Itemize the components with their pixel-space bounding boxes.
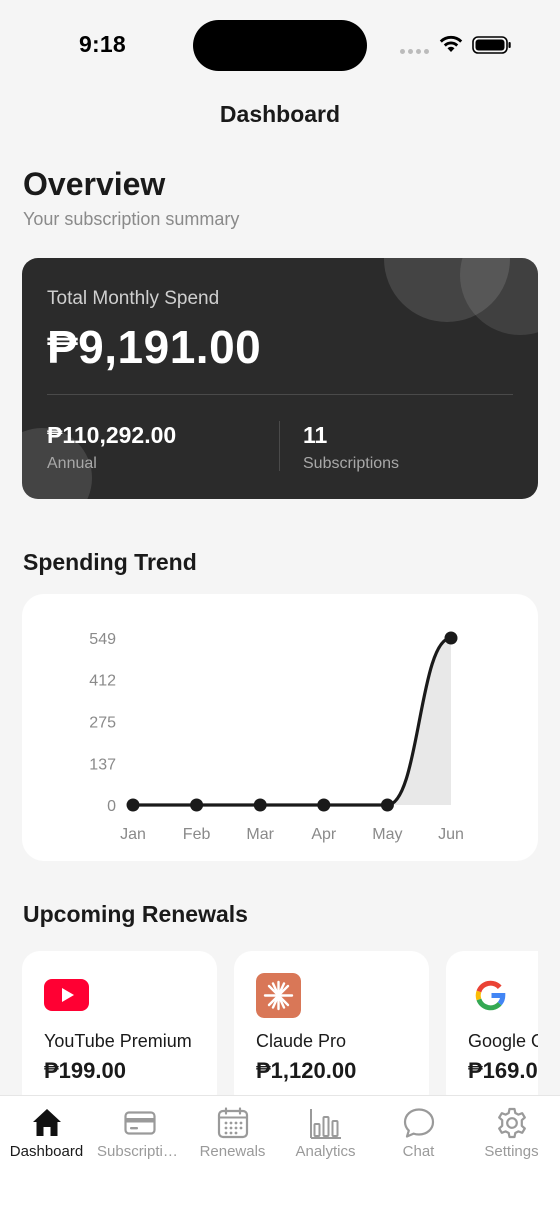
x-tick-label: Mar (246, 826, 274, 843)
trend-area (133, 638, 451, 805)
gear-icon (498, 1107, 526, 1139)
x-tick-label: Apr (311, 826, 337, 843)
tab-analytics[interactable]: Analytics (279, 1096, 372, 1176)
tab-label: Analytics (295, 1143, 356, 1160)
tab-label: Chat (402, 1143, 435, 1160)
tab-label: Subscriptions (97, 1143, 186, 1160)
tab-renewals[interactable]: Renewals (186, 1096, 279, 1176)
renewal-list[interactable]: YouTube Premium ₱199.00 Claude Pro ₱1,12… (22, 951, 538, 1097)
home-icon (33, 1109, 61, 1136)
tab-settings[interactable]: Settings (465, 1096, 558, 1176)
trend-point-feb (190, 798, 204, 812)
spending-trend-card: 549 412 275 137 0 Jan Feb Mar Apr May Jun (22, 594, 538, 861)
renewal-name: YouTube Premium (44, 1031, 192, 1051)
status-bar: 9:18 (0, 0, 560, 90)
x-tick-label: May (372, 826, 402, 843)
card-divider (47, 394, 513, 395)
trend-point-apr (317, 798, 331, 812)
spending-trend-title: Spending Trend (23, 549, 197, 575)
google-icon (475, 980, 506, 1011)
trend-point-may (380, 798, 394, 812)
y-tick-label: 137 (89, 756, 116, 773)
x-tick-label: Feb (183, 826, 211, 843)
total-monthly-spend-value: ₱9,191.00 (47, 321, 262, 373)
y-tick-label: 549 (89, 631, 116, 648)
renewal-name: Claude Pro (256, 1031, 347, 1051)
trend-point-jun (444, 631, 458, 645)
subscription-count-label: Subscriptions (303, 455, 400, 472)
trend-line (132, 636, 452, 807)
tab-bar: Dashboard Subscriptions Renewals Analyti… (0, 1095, 560, 1218)
x-tick-label: Jan (120, 826, 146, 843)
overview-subtitle: Your subscription summary (23, 209, 240, 229)
annual-spend-label: Annual (47, 455, 97, 472)
calendar-icon (217, 1107, 249, 1139)
card-vertical-divider (279, 421, 280, 471)
monthly-spend-card: Total Monthly Spend ₱9,191.00 ₱110,292.0… (22, 258, 538, 499)
annual-spend-value: ₱110,292.00 (47, 422, 177, 448)
renewal-price: ₱199.00 (44, 1058, 126, 1083)
card-icon (124, 1111, 156, 1135)
tab-dashboard[interactable]: Dashboard (0, 1096, 93, 1176)
renewal-card-youtube[interactable]: YouTube Premium ₱199.00 (22, 951, 217, 1097)
bar-chart-icon (310, 1109, 341, 1139)
tab-label: Renewals (199, 1143, 266, 1160)
tab-label: Dashboard (9, 1143, 84, 1160)
dashboard-screen: 9:18 Dashboard Overview Your subscriptio… (0, 0, 560, 1218)
overview-title: Overview (23, 166, 166, 202)
tab-label: Settings (484, 1143, 539, 1160)
renewal-card-claude[interactable]: Claude Pro ₱1,120.00 (234, 951, 429, 1097)
chat-icon (403, 1108, 435, 1138)
claude-icon (256, 973, 301, 1018)
decorative-circle (460, 258, 538, 335)
y-tick-label: 0 (107, 798, 116, 815)
trend-point-jan (126, 798, 140, 812)
y-tick-label: 412 (89, 673, 116, 690)
trend-point-mar (253, 798, 267, 812)
y-tick-label: 275 (89, 714, 116, 731)
cellular-signal-icon (400, 49, 429, 54)
renewal-price: ₱169.00 (468, 1058, 538, 1083)
spending-trend-chart: 549 412 275 137 0Jan Feb Mar Apr May Jun (89, 631, 464, 843)
dynamic-island (193, 20, 367, 71)
renewal-price: ₱1,120.00 (256, 1058, 357, 1083)
x-tick-label: Jun (438, 826, 464, 843)
status-time: 9:18 (79, 31, 126, 57)
nav-title: Dashboard (219, 101, 341, 127)
status-icons (400, 32, 516, 58)
renewal-card-google[interactable]: Google One ₱169.00 (446, 951, 538, 1097)
renewal-name: Google One (468, 1031, 538, 1051)
subscription-count-value: 11 (303, 422, 328, 448)
wifi-icon (439, 35, 463, 52)
tab-subscriptions[interactable]: Subscriptions (93, 1096, 186, 1176)
battery-icon (472, 36, 511, 54)
tab-chat[interactable]: Chat (372, 1096, 465, 1176)
youtube-icon (44, 979, 89, 1011)
total-monthly-spend-label: Total Monthly Spend (47, 288, 220, 309)
upcoming-renewals-title: Upcoming Renewals (23, 901, 248, 927)
